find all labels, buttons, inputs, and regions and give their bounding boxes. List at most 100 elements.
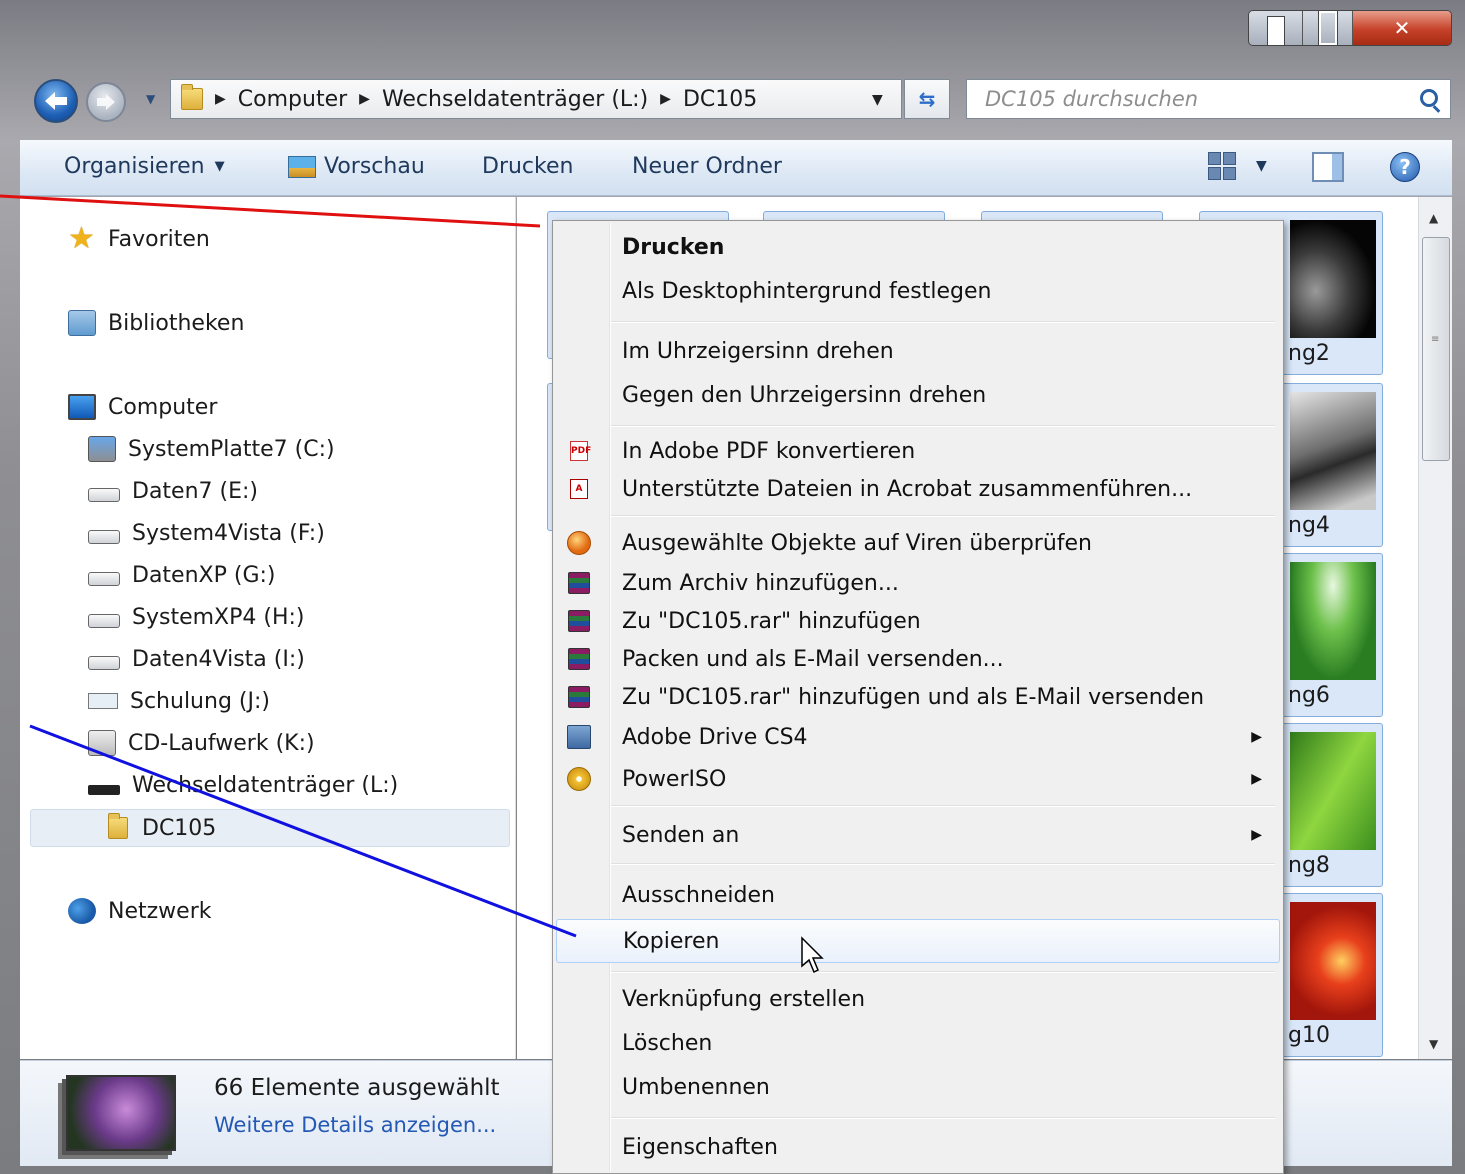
folder-icon xyxy=(108,813,128,839)
nav-label: Computer xyxy=(108,394,218,420)
poweriso-icon xyxy=(566,767,592,791)
search-icon[interactable] xyxy=(1420,89,1438,107)
breadcrumb-separator-icon[interactable]: ▶ xyxy=(660,91,671,107)
nav-drive-h[interactable]: SystemXP4 (H:) xyxy=(88,599,305,635)
selection-count: 66 Elemente ausgewählt xyxy=(214,1075,500,1101)
folder-icon xyxy=(181,84,203,110)
menu-item-rename[interactable]: Umbenennen xyxy=(556,1067,1280,1107)
preview-button[interactable]: Vorschau xyxy=(288,154,425,179)
nav-drive-e[interactable]: Daten7 (E:) xyxy=(88,473,258,509)
menu-item-adobe-drive[interactable]: Adobe Drive CS4 ▶ xyxy=(556,717,1280,757)
antivirus-icon xyxy=(566,531,592,555)
forward-button[interactable] xyxy=(86,82,126,122)
menu-item-add-archive[interactable]: Zum Archiv hinzufügen... xyxy=(556,563,1280,603)
back-button[interactable] xyxy=(34,79,78,123)
menu-item-convert-pdf[interactable]: PDF In Adobe PDF konvertieren xyxy=(556,431,1280,471)
network-icon xyxy=(68,898,96,924)
window-caption-buttons: ✕ xyxy=(1248,10,1452,46)
menu-item-label: Löschen xyxy=(622,1030,713,1056)
more-details-link[interactable]: Weitere Details anzeigen... xyxy=(214,1113,496,1137)
cd-drive-icon xyxy=(88,730,116,756)
nav-drive-g[interactable]: DatenXP (G:) xyxy=(88,557,275,593)
menu-item-properties[interactable]: Eigenschaften xyxy=(556,1127,1280,1167)
menu-item-rotate-ccw[interactable]: Gegen den Uhrzeigersinn drehen xyxy=(556,375,1280,415)
nav-folder-dc105[interactable]: DC105 xyxy=(108,810,216,846)
menu-separator xyxy=(611,321,1275,323)
scroll-thumb[interactable]: ≡ xyxy=(1422,237,1450,461)
recent-pages-dropdown[interactable]: ▼ xyxy=(146,92,160,106)
organize-button[interactable]: Organisieren ▼ xyxy=(64,154,225,179)
menu-item-label: Eigenschaften xyxy=(622,1134,778,1160)
acrobat-combine-icon: A xyxy=(566,477,592,501)
image-preview xyxy=(1290,392,1376,510)
menu-item-acrobat-combine[interactable]: A Unterstützte Dateien in Acrobat zusamm… xyxy=(556,469,1280,509)
breadcrumb-separator-icon[interactable]: ▶ xyxy=(359,91,370,107)
nav-drive-i[interactable]: Daten4Vista (I:) xyxy=(88,641,305,677)
menu-item-cut[interactable]: Ausschneiden xyxy=(556,875,1280,915)
change-view-icon[interactable] xyxy=(1208,152,1236,180)
view-options-dropdown[interactable]: ▼ xyxy=(1256,158,1267,174)
nav-computer[interactable]: Computer xyxy=(68,389,217,425)
scroll-down-icon[interactable]: ▼ xyxy=(1429,1037,1438,1051)
breadcrumb-separator-icon[interactable]: ▶ xyxy=(215,91,226,107)
menu-item-add-rar[interactable]: Zu "DC105.rar" hinzufügen xyxy=(556,601,1280,641)
menu-item-print[interactable]: Drucken xyxy=(556,227,1280,267)
print-button[interactable]: Drucken xyxy=(482,154,573,179)
address-bar[interactable]: ▶ Computer ▶ Wechseldatenträger (L:) ▶ D… xyxy=(170,79,902,119)
help-icon[interactable]: ? xyxy=(1390,152,1420,182)
nav-drive-f[interactable]: System4Vista (F:) xyxy=(88,515,325,551)
archive-icon xyxy=(568,610,590,632)
preview-pane-icon[interactable] xyxy=(1312,152,1344,182)
maximize-button[interactable] xyxy=(1303,11,1353,45)
menu-item-pack-email[interactable]: Packen und als E-Mail versenden... xyxy=(556,639,1280,679)
breadcrumb-computer[interactable]: Computer xyxy=(238,87,347,112)
menu-item-rotate-cw[interactable]: Im Uhrzeigersinn drehen xyxy=(556,331,1280,371)
menu-item-label: PowerISO xyxy=(622,766,727,792)
adobe-drive-icon xyxy=(566,725,592,749)
breadcrumb-folder[interactable]: DC105 xyxy=(683,87,757,112)
menu-item-label: Kopieren xyxy=(623,928,720,954)
breadcrumb-drive[interactable]: Wechseldatenträger (L:) xyxy=(382,87,648,112)
minimize-button[interactable] xyxy=(1249,11,1303,45)
menu-item-add-rar-email[interactable]: Zu "DC105.rar" hinzufügen und als E-Mail… xyxy=(556,677,1280,717)
vertical-scrollbar[interactable]: ▲ ≡ ▼ xyxy=(1418,197,1452,1059)
file-name: ng4 xyxy=(1288,513,1330,538)
nav-libraries[interactable]: Bibliotheken xyxy=(68,305,244,341)
maximize-icon xyxy=(1317,11,1338,45)
scroll-up-icon[interactable]: ▲ xyxy=(1429,211,1438,225)
refresh-button[interactable]: ⇆ xyxy=(904,79,950,119)
menu-item-delete[interactable]: Löschen xyxy=(556,1023,1280,1063)
search-input[interactable]: DC105 durchsuchen xyxy=(966,79,1451,119)
menu-item-create-shortcut[interactable]: Verknüpfung erstellen xyxy=(556,979,1280,1019)
hard-drive-icon xyxy=(88,614,120,628)
file-name: ng8 xyxy=(1288,853,1330,878)
menu-item-send-to[interactable]: Senden an ▶ xyxy=(556,815,1280,855)
menu-item-copy[interactable]: Kopieren xyxy=(556,919,1280,963)
menu-item-poweriso[interactable]: PowerISO ▶ xyxy=(556,759,1280,799)
menu-separator xyxy=(611,515,1275,517)
menu-item-label: Als Desktophintergrund festlegen xyxy=(622,278,992,304)
context-menu: Drucken Als Desktophintergrund festlegen… xyxy=(552,220,1284,1174)
winrar-icon xyxy=(566,647,592,671)
nav-favorites[interactable]: ★ Favoriten xyxy=(68,221,210,257)
menu-item-label: Gegen den Uhrzeigersinn drehen xyxy=(622,382,987,408)
file-name: ng6 xyxy=(1288,683,1330,708)
preview-label: Vorschau xyxy=(324,154,425,179)
close-button[interactable]: ✕ xyxy=(1353,11,1451,45)
nav-drive-j[interactable]: Schulung (J:) xyxy=(88,683,270,719)
pdf-icon: PDF xyxy=(570,441,591,461)
pdf-convert-icon: PDF xyxy=(566,439,592,463)
menu-separator xyxy=(611,1117,1275,1119)
menu-item-virus-scan[interactable]: Ausgewählte Objekte auf Viren überprüfen xyxy=(556,523,1280,563)
address-dropdown-icon[interactable]: ▼ xyxy=(872,92,883,108)
nav-network[interactable]: Netzwerk xyxy=(68,893,211,929)
close-icon: ✕ xyxy=(1393,16,1411,40)
nav-drive-l[interactable]: Wechseldatenträger (L:) xyxy=(88,767,398,803)
image-preview xyxy=(1290,902,1376,1020)
new-folder-button[interactable]: Neuer Ordner xyxy=(632,154,782,179)
image-preview xyxy=(1290,562,1376,680)
nav-drive-c[interactable]: SystemPlatte7 (C:) xyxy=(88,431,335,467)
hard-drive-icon xyxy=(88,656,120,670)
menu-item-set-wallpaper[interactable]: Als Desktophintergrund festlegen xyxy=(556,271,1280,311)
nav-drive-k[interactable]: CD-Laufwerk (K:) xyxy=(88,725,315,761)
